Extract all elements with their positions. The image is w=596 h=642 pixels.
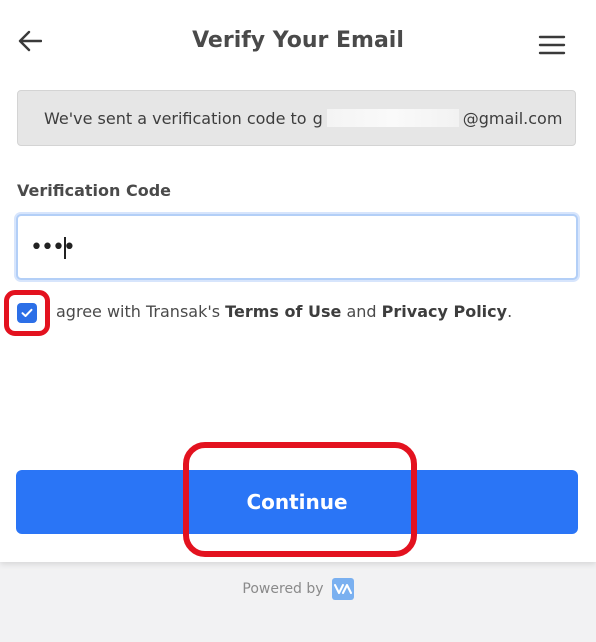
menu-button[interactable]: [534, 30, 570, 60]
verification-notice: We've sent a verification code to g @gma…: [17, 90, 576, 146]
redacted-email: [326, 109, 459, 127]
email-suffix: @gmail.com: [462, 108, 563, 128]
verify-email-card: Verify Your Email We've sent a verificat…: [0, 0, 596, 562]
page-title: Verify Your Email: [192, 28, 404, 53]
verification-code-label: Verification Code: [17, 181, 171, 200]
powered-by-text: Powered by: [242, 581, 324, 597]
agree-prefix: agree with Transak's: [56, 302, 221, 321]
checkbox-checked: [17, 303, 37, 323]
privacy-policy-link[interactable]: Privacy Policy: [382, 302, 507, 321]
text-caret: [64, 237, 66, 259]
checkmark-icon: [21, 308, 33, 317]
agree-suffix: .: [507, 302, 513, 321]
email-visible-part: g: [312, 108, 323, 128]
agree-statement: agree with Transak's Terms of Use and Pr…: [56, 302, 512, 321]
hamburger-menu-icon: [538, 35, 566, 55]
transak-logo-icon: [331, 578, 354, 600]
continue-button[interactable]: Continue: [16, 470, 578, 534]
terms-of-use-link[interactable]: Terms of Use: [225, 302, 341, 321]
agree-and: and: [346, 302, 377, 321]
verification-code-input[interactable]: [16, 214, 578, 280]
notice-text: We've sent a verification code to: [44, 108, 307, 128]
agree-checkbox[interactable]: [4, 290, 50, 336]
powered-by-footer: Powered by: [0, 578, 596, 600]
